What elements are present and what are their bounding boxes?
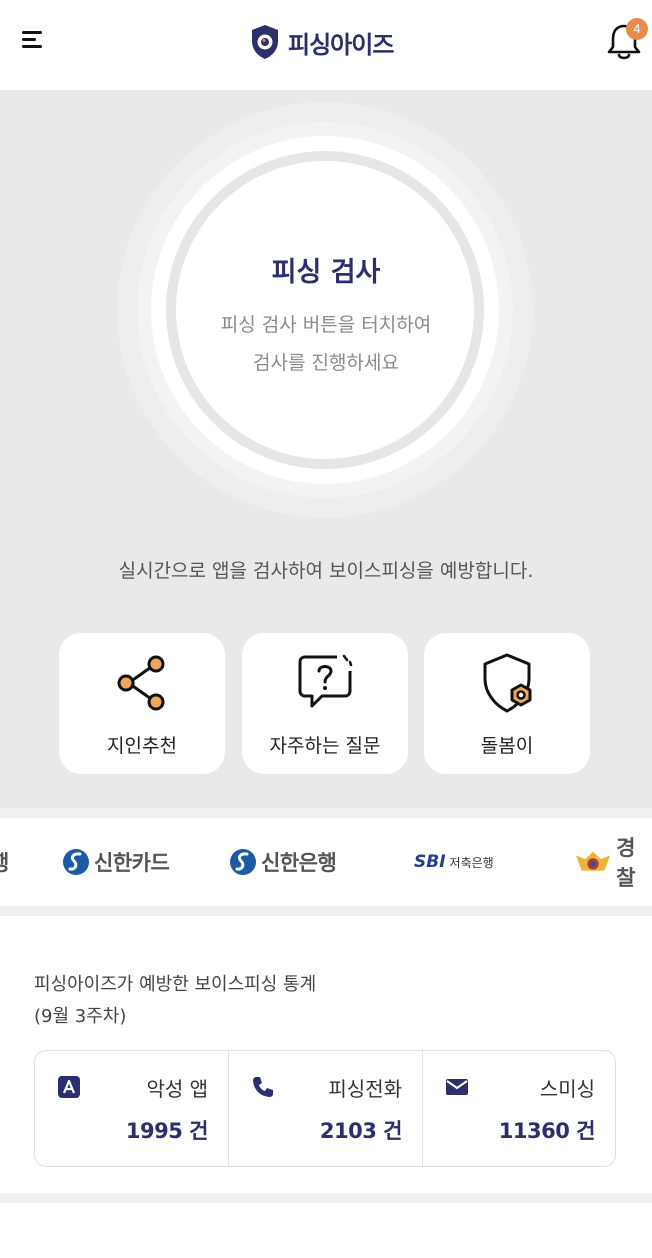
partner-logo-shinhan-card[interactable]: 신한카드: [62, 846, 170, 878]
brand-name: 피싱아이즈: [288, 30, 394, 59]
partner-logo-shinhan-bank[interactable]: 신한은행: [229, 846, 337, 878]
stats-week: (9월 3주차): [34, 1006, 127, 1027]
section-divider: [0, 808, 652, 818]
stat-value: 1995 건: [125, 1119, 209, 1143]
card-label: 돌봄이: [480, 735, 534, 757]
scan-hero: 피싱 검사 피싱 검사 버튼을 터치하여 검사를 진행하세요 실시간으로 앱을 …: [0, 90, 652, 808]
stat-label: 피싱전화: [328, 1077, 402, 1101]
partner-logo-sbi[interactable]: SBI 저축은행: [414, 846, 494, 878]
scan-title[interactable]: 피싱 검사: [0, 250, 652, 289]
tagline: 실시간으로 앱을 검사하여 보이스피싱을 예방합니다.: [118, 560, 534, 582]
phone-icon: [253, 1077, 273, 1097]
stats-panel: 악성 앱 1995 건 피싱전화 2103 건 스미싱 11360 건: [34, 1050, 616, 1167]
partner-name: 경찰: [616, 836, 635, 890]
app-header: 피싱아이즈 4: [0, 0, 652, 90]
brand-shield-logo-icon: [252, 25, 278, 59]
card-label: 자주하는 질문: [269, 735, 381, 757]
stat-label: 스미싱: [539, 1077, 595, 1101]
section-divider: [0, 906, 652, 916]
stat-value: 11360 건: [498, 1119, 596, 1143]
stat-malicious-app: 악성 앱 1995 건: [35, 1051, 228, 1166]
notification-badge: 4: [626, 18, 648, 40]
section-divider: [0, 1193, 652, 1203]
partner-carousel[interactable]: 행 신한카드 신한은행 SBI 저축은행 경찰: [0, 818, 652, 906]
card-label: 지인추천: [107, 735, 177, 757]
stat-phishing-call: 피싱전화 2103 건: [228, 1051, 422, 1166]
refer-friend-card[interactable]: 지인추천: [59, 633, 225, 774]
partner-name: SBI: [414, 852, 446, 872]
notification-button[interactable]: 4: [604, 18, 648, 62]
partner-name: 신한은행: [261, 851, 337, 875]
scan-description: 피싱 검사 버튼을 터치하여: [220, 314, 432, 336]
faq-card[interactable]: 자주하는 질문: [242, 633, 408, 774]
partner-name: 신한카드: [94, 851, 170, 875]
menu-icon[interactable]: [22, 28, 46, 52]
partner-logo: 행: [0, 846, 9, 878]
scan-description: 검사를 진행하세요: [253, 352, 399, 374]
question-chat-icon: [298, 654, 353, 708]
shield-gear-icon: [483, 653, 532, 713]
shinhan-logo-icon: [230, 849, 256, 875]
brand[interactable]: 피싱아이즈: [250, 22, 394, 62]
app-icon: [58, 1076, 80, 1098]
stat-smishing: 스미싱 11360 건: [422, 1051, 615, 1166]
stats-title: 피싱아이즈가 예방한 보이스피싱 통계: [34, 974, 317, 995]
mail-icon: [446, 1079, 468, 1095]
shinhan-logo-icon: [63, 849, 89, 875]
partner-subname: 저축은행: [449, 855, 494, 870]
share-icon: [117, 655, 165, 711]
caregiver-card[interactable]: 돌봄이: [424, 633, 590, 774]
partner-logo-police[interactable]: 경찰: [574, 836, 652, 890]
stat-label: 악성 앱: [146, 1077, 208, 1101]
stat-value: 2103 건: [319, 1119, 403, 1143]
police-emblem-icon: [575, 851, 611, 871]
